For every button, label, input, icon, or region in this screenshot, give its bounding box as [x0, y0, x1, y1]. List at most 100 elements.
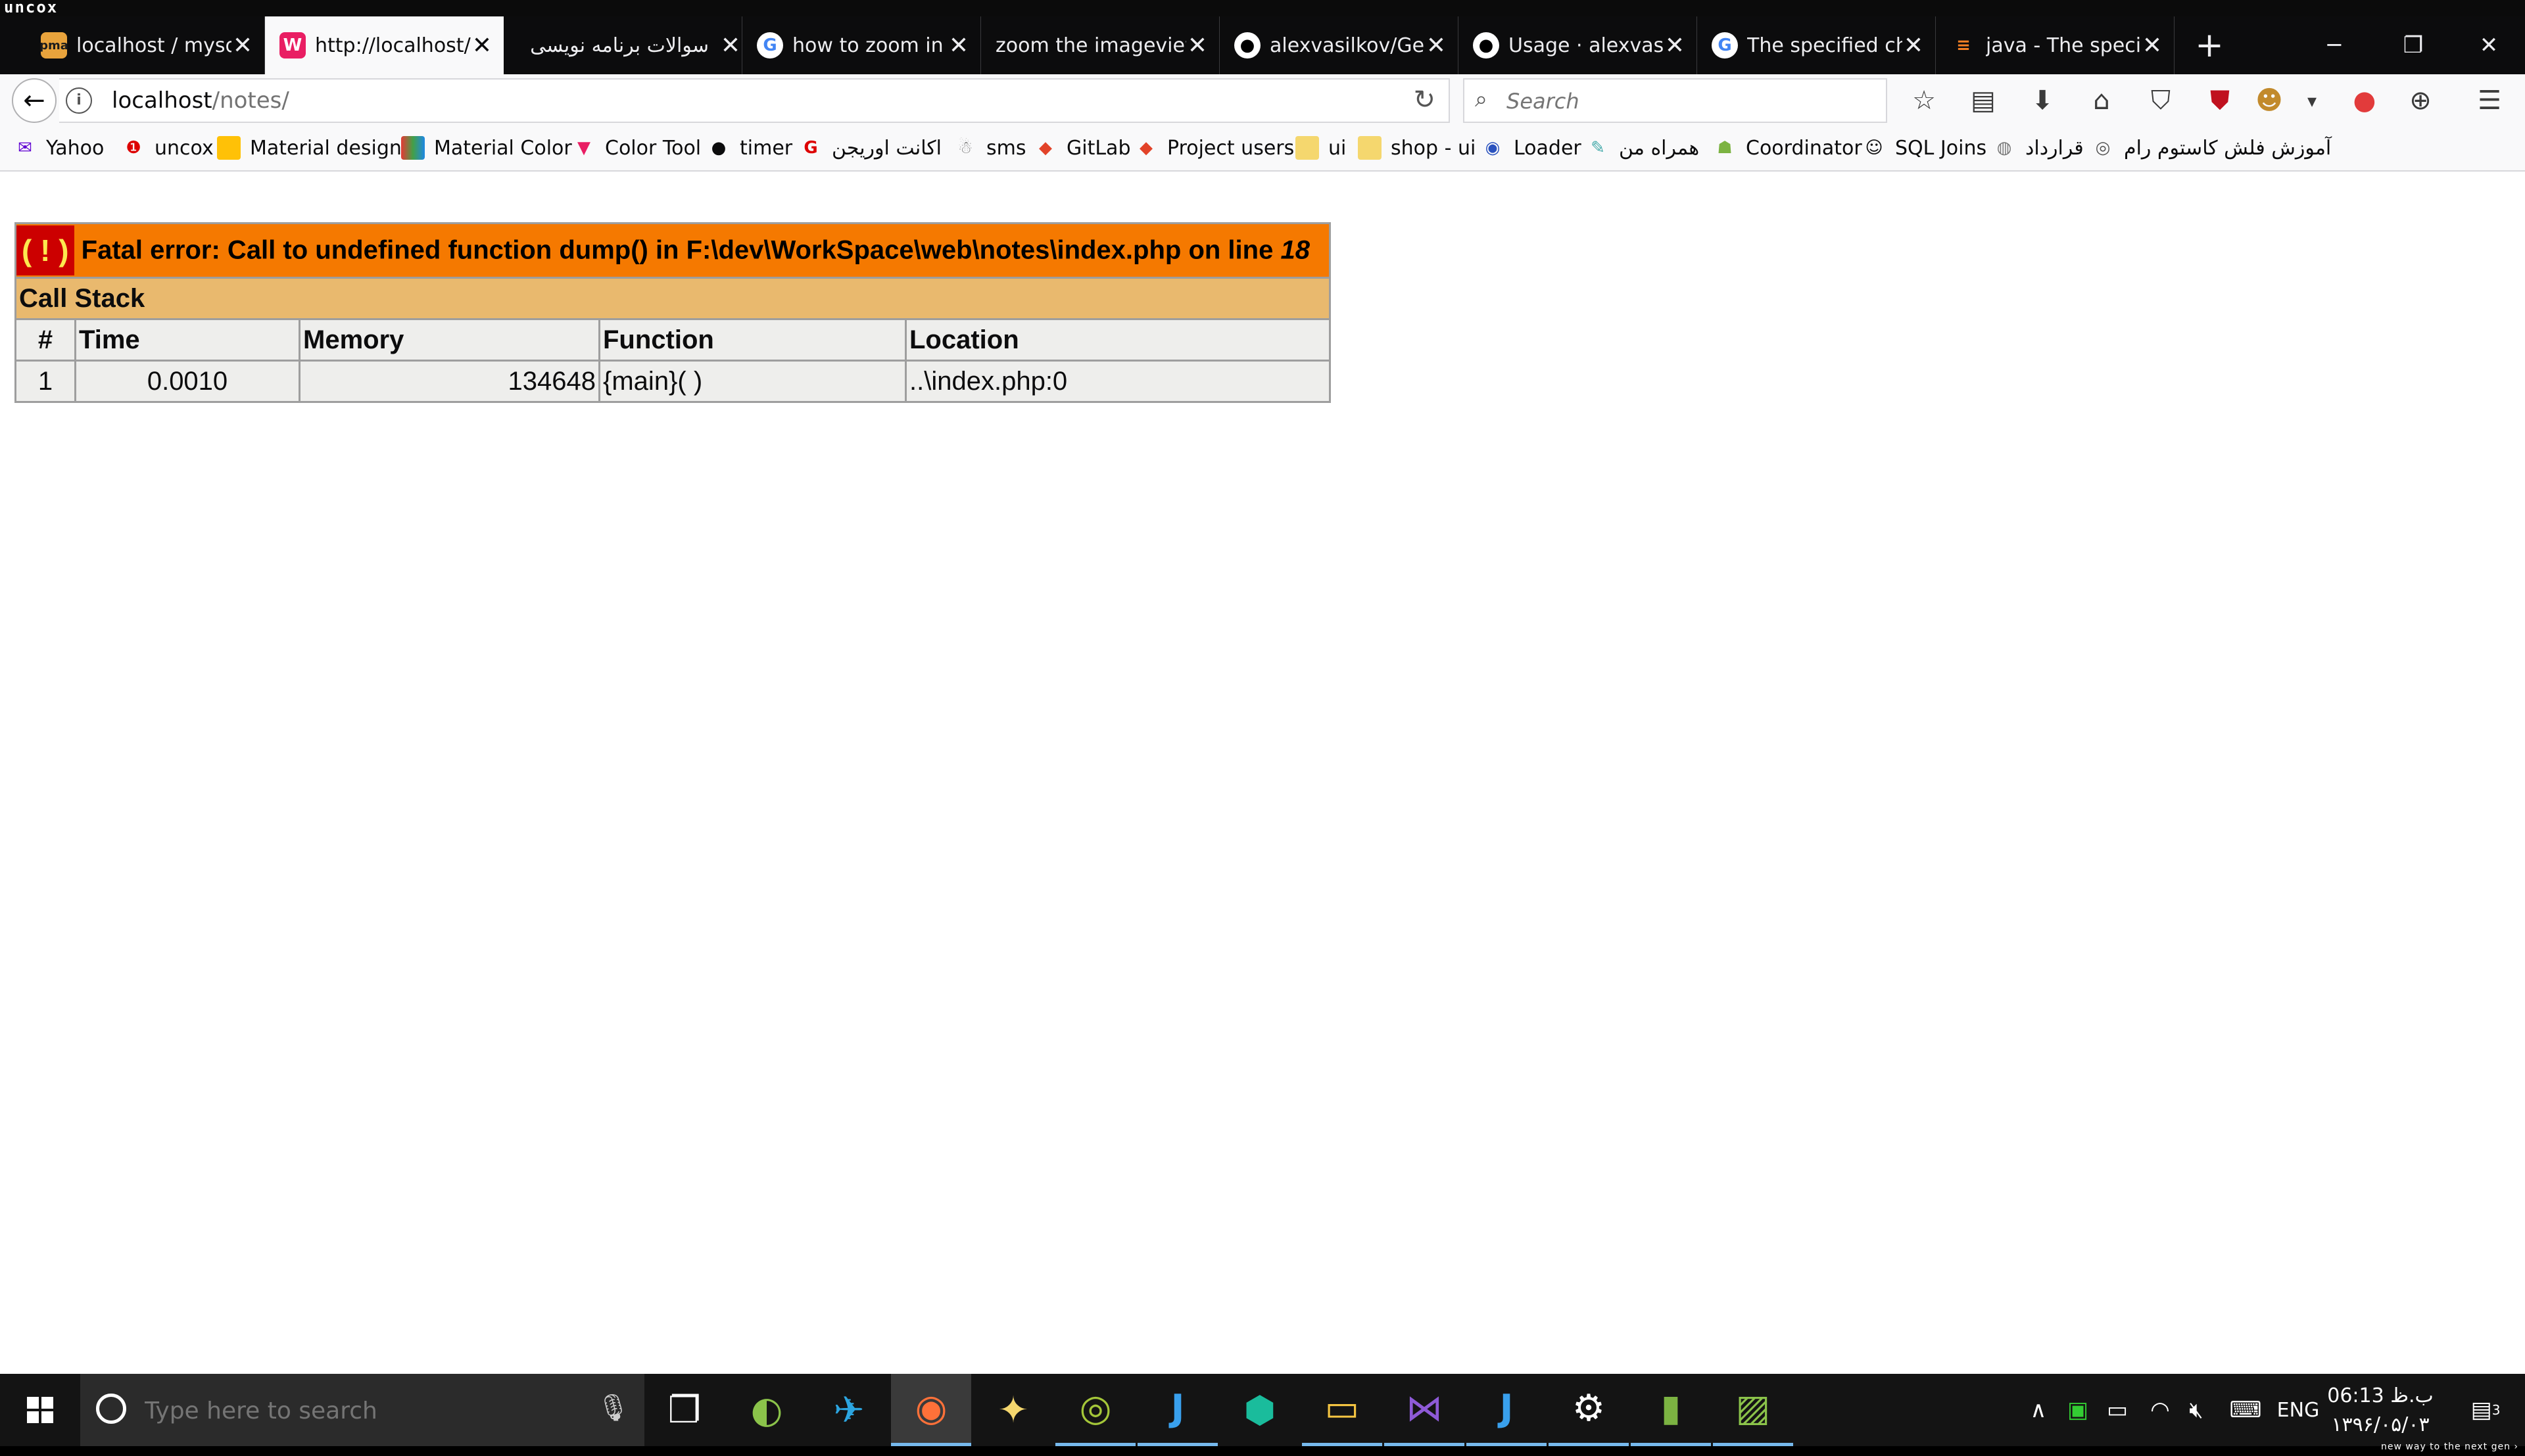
- tab-strip: pma localhost / mysql ✕ W http://localho…: [0, 16, 2525, 74]
- tab-4[interactable]: zoom the imageview ✕: [981, 16, 1220, 74]
- bookmark-color-tool[interactable]: ▼ Color Tool: [572, 133, 701, 162]
- new-tab-button[interactable]: +: [2190, 16, 2229, 74]
- battery-icon[interactable]: ▭: [2098, 1374, 2137, 1446]
- cell-location[interactable]: ..\index.php:0: [905, 360, 1331, 403]
- minimize-icon[interactable]: ─: [2298, 16, 2370, 74]
- close-icon[interactable]: ✕: [719, 32, 742, 59]
- close-icon[interactable]: ✕: [231, 32, 254, 59]
- bookmark-uncox[interactable]: ❶ uncox: [122, 133, 213, 162]
- google-icon: G: [1712, 32, 1738, 59]
- header-memory: Memory: [299, 318, 600, 362]
- bookmark-yahoo[interactable]: ✉ Yahoo: [13, 133, 104, 162]
- tray-app-icon[interactable]: ▣: [2058, 1374, 2098, 1446]
- close-icon[interactable]: ✕: [1902, 32, 1925, 59]
- chevron-up-icon[interactable]: ∧: [2022, 1374, 2055, 1446]
- top-strip: uncox: [0, 0, 2525, 16]
- restore-icon[interactable]: ❐: [2377, 16, 2449, 74]
- jetbrains-icon-2[interactable]: J: [1466, 1374, 1547, 1446]
- url-text[interactable]: localhost/notes/: [112, 87, 289, 114]
- ublock-icon[interactable]: ⛊: [2203, 83, 2237, 118]
- bookmark-timer[interactable]: ● timer: [707, 133, 792, 162]
- bookmark-gitlab[interactable]: ◆ GitLab: [1034, 133, 1131, 162]
- bookmark-shop-ui[interactable]: shop - ui: [1358, 133, 1476, 162]
- bird-app-icon[interactable]: ✦: [973, 1374, 1053, 1446]
- colorpicker-icon[interactable]: ●: [2347, 83, 2382, 118]
- extension-icon[interactable]: ☻: [2252, 83, 2286, 118]
- menu-icon[interactable]: ☰: [2472, 83, 2507, 118]
- bookmark-loader[interactable]: ◉ Loader: [1481, 133, 1581, 162]
- tab-5[interactable]: ● alexvasilkov/GestureViews ✕: [1220, 16, 1458, 74]
- star-icon[interactable]: ☆: [1907, 83, 1941, 118]
- close-icon[interactable]: ✕: [1664, 32, 1686, 59]
- start-button[interactable]: [0, 1374, 80, 1446]
- home-icon[interactable]: ⌂: [2084, 83, 2119, 118]
- close-icon[interactable]: ✕: [1425, 32, 1447, 59]
- bookmark-material-color[interactable]: Material Color: [401, 133, 572, 162]
- tab-title: Usage · alexvasilkov: [1508, 34, 1664, 57]
- back-button[interactable]: ←: [12, 78, 57, 123]
- bookmark-material-design[interactable]: Material design: [217, 133, 402, 162]
- bookmark-hamrah-man[interactable]: ✎ همراه من: [1586, 133, 1699, 162]
- keyboard-icon[interactable]: ⌨: [2219, 1374, 2272, 1446]
- notification-center[interactable]: ▤ 3: [2453, 1374, 2518, 1446]
- bookmark-project-users[interactable]: ◆ Project users: [1134, 133, 1294, 162]
- error-line: 18: [1280, 235, 1310, 265]
- tab-3[interactable]: G how to zoom in ✕: [742, 16, 981, 74]
- taskbar-search[interactable]: 🎙︎: [80, 1374, 644, 1446]
- jetbrains-icon[interactable]: J: [1138, 1374, 1218, 1446]
- bookmark-origin-account[interactable]: G اکانت اوریجن: [799, 133, 942, 162]
- tab-2[interactable]: ✕ سوالات برنامه نویسی: [504, 16, 742, 74]
- arrow-left-icon: ←: [23, 85, 45, 116]
- bookmark-sql-joins[interactable]: ☺ SQL Joins: [1862, 133, 1986, 162]
- globe-icon: ◍: [1996, 138, 2012, 158]
- language-indicator[interactable]: ENG: [2275, 1374, 2321, 1446]
- close-icon[interactable]: ✕: [471, 32, 493, 59]
- tab-6[interactable]: ● Usage · alexvasilkov ✕: [1458, 16, 1697, 74]
- pocket-icon[interactable]: ⛉: [2144, 83, 2178, 118]
- close-icon[interactable]: ✕: [2141, 32, 2163, 59]
- settings-gear-icon[interactable]: ⚙: [1549, 1374, 1629, 1446]
- gitkraken-icon[interactable]: ⬢: [1220, 1374, 1300, 1446]
- notes-app-icon[interactable]: ▮: [1631, 1374, 1711, 1446]
- clock[interactable]: 06:13 ب.ظ ۱۳۹۶/۰۵/۰۳: [2321, 1382, 2440, 1440]
- disc-icon: ◎: [2095, 138, 2111, 158]
- tab-1[interactable]: W http://localhost/ ✕: [265, 16, 504, 74]
- volume-muted-icon[interactable]: 🔇︎: [2176, 1374, 2216, 1446]
- bookmark-gharardad[interactable]: ◍ قرارداد: [1992, 133, 2084, 162]
- task-view-icon[interactable]: ❐: [644, 1374, 725, 1446]
- visual-studio-icon[interactable]: ⋈: [1384, 1374, 1464, 1446]
- image-app-icon[interactable]: ▨: [1713, 1374, 1793, 1446]
- app-icon-green[interactable]: ◐: [727, 1374, 807, 1446]
- telegram-icon[interactable]: ✈: [809, 1374, 889, 1446]
- microphone-icon[interactable]: 🎙︎: [596, 1392, 630, 1423]
- firefox-icon[interactable]: ◉: [891, 1374, 971, 1446]
- tab-7[interactable]: G The specified child ✕: [1697, 16, 1936, 74]
- info-icon[interactable]: i: [66, 87, 92, 114]
- notification-icon: ▤: [2470, 1397, 2492, 1423]
- search-bar[interactable]: ⌕: [1463, 78, 1887, 123]
- taskbar-search-input[interactable]: [143, 1394, 554, 1428]
- close-icon[interactable]: ✕: [948, 32, 970, 59]
- chevron-down-icon[interactable]: ▾: [2295, 83, 2329, 118]
- url-host: localhost: [112, 87, 212, 114]
- header-function: Function: [598, 318, 907, 362]
- search-input[interactable]: [1505, 86, 1876, 116]
- bookmark-sms[interactable]: ☃ sms: [953, 133, 1026, 162]
- download-icon[interactable]: ⬇: [2025, 83, 2059, 118]
- clock-time: 06:13 ب.ظ: [2327, 1384, 2434, 1407]
- close-window-icon[interactable]: ✕: [2453, 16, 2525, 74]
- close-icon[interactable]: ✕: [1186, 32, 1209, 59]
- bookmark-ui[interactable]: ui: [1295, 133, 1346, 162]
- tab-8[interactable]: ≡ java - The specified ✕: [1936, 16, 2175, 74]
- wifi-icon[interactable]: ◠: [2140, 1374, 2180, 1446]
- tab-0[interactable]: pma localhost / mysql ✕: [26, 16, 265, 74]
- file-explorer-icon[interactable]: ▭: [1302, 1374, 1382, 1446]
- bookmark-coordinator[interactable]: ☗ Coordinator: [1713, 133, 1862, 162]
- error-message[interactable]: Fatal error: Call to undefined function …: [82, 236, 1310, 265]
- reload-icon[interactable]: ↻: [1413, 85, 1435, 115]
- android-studio-icon[interactable]: ◎: [1055, 1374, 1136, 1446]
- url-bar[interactable]: i localhost/notes/ ↻: [59, 78, 1450, 123]
- library-icon[interactable]: ▤: [1966, 83, 2000, 118]
- target-icon[interactable]: ⊕: [2403, 83, 2438, 118]
- bookmark-flash-rom[interactable]: ◎ آموزش فلش کاستوم رام: [2091, 133, 2332, 162]
